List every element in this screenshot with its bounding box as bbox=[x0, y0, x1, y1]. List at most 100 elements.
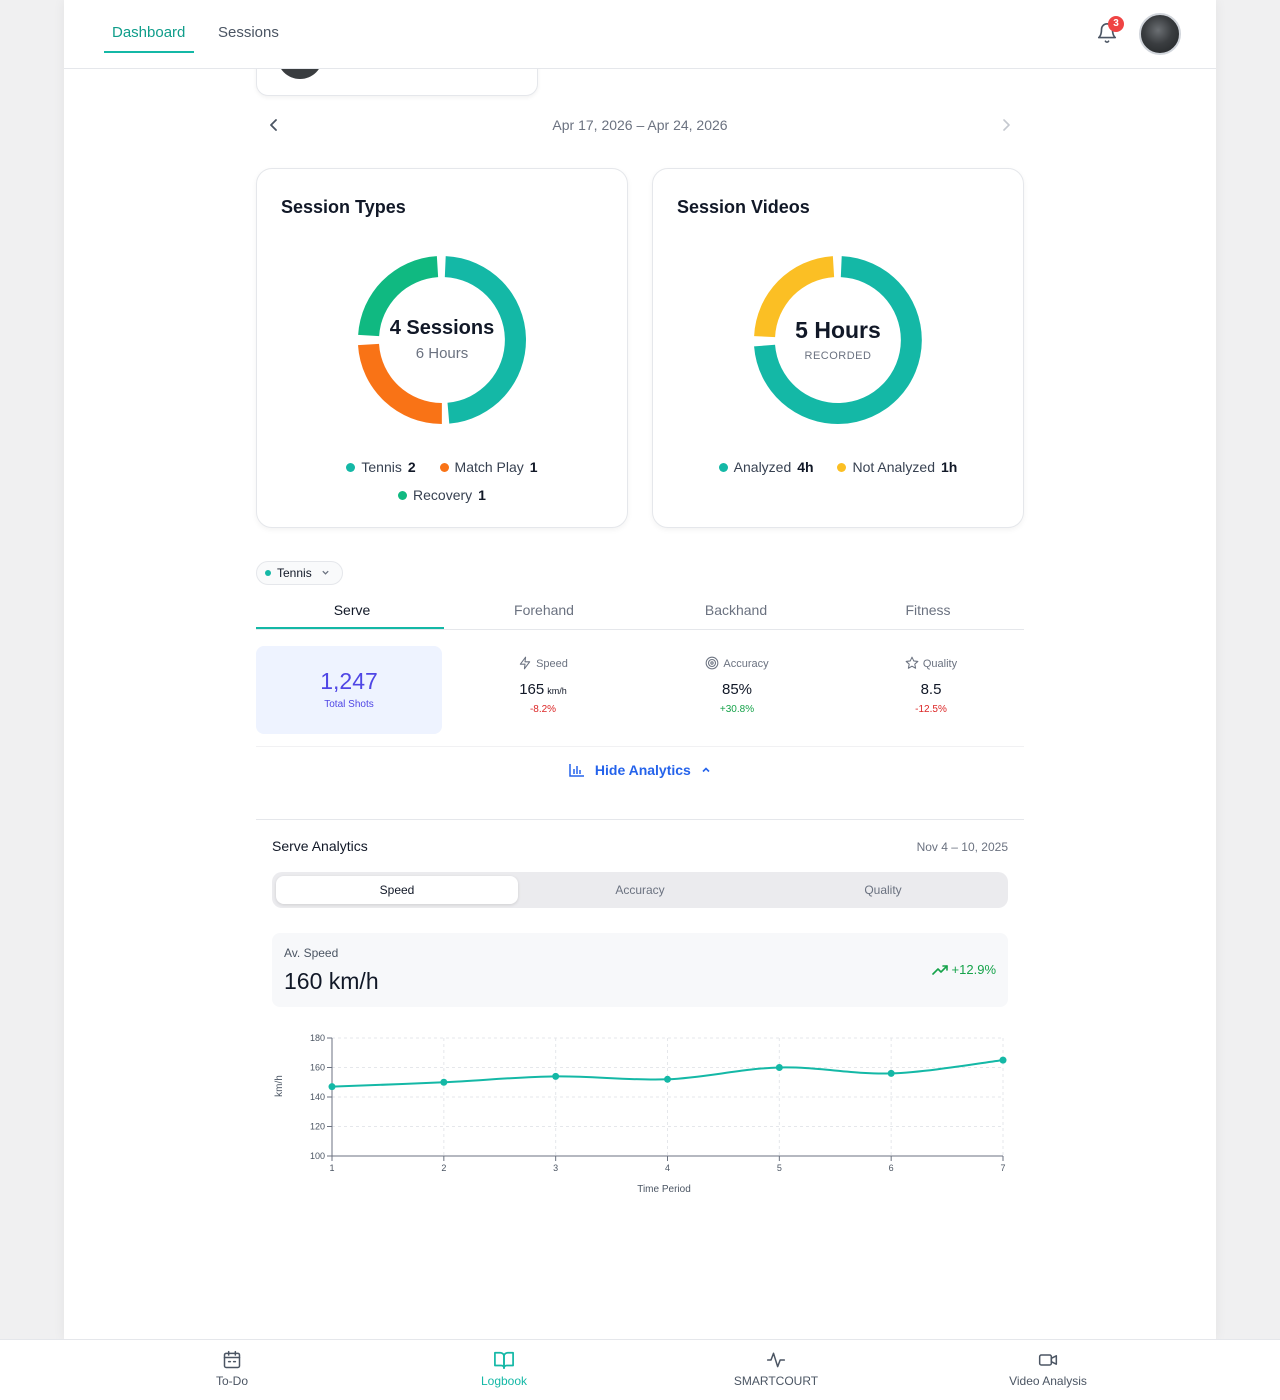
quality-stat: Quality 8.5 -12.5% bbox=[838, 656, 1024, 715]
y-tick-label: 120 bbox=[310, 1122, 325, 1132]
divider bbox=[256, 819, 1024, 820]
bottom-nav-todo[interactable]: To-Do bbox=[132, 1350, 332, 1388]
analytics-title: Serve Analytics bbox=[272, 838, 368, 854]
legend-label: Analyzed bbox=[733, 459, 792, 475]
session-types-donut bbox=[358, 256, 526, 424]
total-shots-value: 1,247 bbox=[320, 668, 378, 694]
session-types-legend: Tennis 2 Match Play 1 bbox=[257, 459, 627, 475]
legend-label: Match Play bbox=[454, 459, 524, 475]
tab-forehand[interactable]: Forehand bbox=[448, 602, 640, 618]
sport-filter-label: Tennis bbox=[277, 566, 312, 580]
bottom-navigation: To-Do Logbook SMARTCOURT Video Analysis bbox=[0, 1339, 1280, 1400]
segment-accuracy[interactable]: Accuracy bbox=[519, 876, 761, 904]
active-stroke-underline bbox=[256, 627, 444, 629]
tab-dashboard[interactable]: Dashboard bbox=[112, 24, 185, 41]
legend-item-tennis: Tennis 2 bbox=[346, 459, 416, 475]
accuracy-stat: Accuracy 85% +30.8% bbox=[644, 656, 830, 715]
data-point bbox=[999, 1056, 1007, 1064]
legend-dot bbox=[837, 463, 847, 472]
bottom-nav-logbook[interactable]: Logbook bbox=[404, 1350, 604, 1388]
data-point bbox=[328, 1083, 336, 1091]
bottom-nav-label: SMARTCOURT bbox=[733, 1374, 819, 1388]
book-icon bbox=[494, 1351, 514, 1370]
chevron-right-icon[interactable] bbox=[998, 116, 1014, 134]
legend-dot bbox=[398, 491, 408, 500]
y-tick-label: 140 bbox=[310, 1092, 325, 1102]
quality-delta: -12.5% bbox=[915, 704, 947, 715]
legend-item-recovery: Recovery 1 bbox=[398, 487, 486, 503]
lightning-icon bbox=[519, 656, 531, 670]
card-title: Session Videos bbox=[677, 197, 810, 217]
quality-value: 8.5 bbox=[920, 681, 942, 698]
sport-filter-dropdown[interactable]: Tennis bbox=[256, 561, 344, 585]
data-point bbox=[887, 1069, 895, 1077]
average-speed-delta: +12.9% bbox=[931, 962, 996, 977]
x-tick-label: 7 bbox=[1000, 1163, 1005, 1173]
speed-stat: Speed 165 km/h -8.2% bbox=[450, 656, 636, 715]
legend-dot bbox=[346, 463, 356, 472]
legend-item-analyzed: Analyzed 4h bbox=[718, 459, 814, 475]
sessions-hours: 6 Hours bbox=[415, 345, 469, 362]
segment-quality[interactable]: Quality bbox=[762, 876, 1004, 904]
tab-sessions[interactable]: Sessions bbox=[218, 24, 279, 41]
data-point bbox=[664, 1075, 671, 1083]
bottom-nav-label: Video Analysis bbox=[1009, 1374, 1087, 1388]
bottom-nav-video-analysis[interactable]: Video Analysis bbox=[948, 1350, 1148, 1388]
card-title: Session Types bbox=[281, 197, 406, 217]
x-tick-label: 2 bbox=[441, 1163, 446, 1173]
hide-analytics-label: Hide Analytics bbox=[594, 762, 691, 778]
legend-label: Tennis bbox=[361, 459, 402, 475]
x-axis-label: Time Period bbox=[637, 1184, 691, 1195]
speed-unit: km/h bbox=[547, 686, 567, 696]
active-tab-underline bbox=[104, 51, 194, 53]
legend-value: 1 bbox=[478, 487, 486, 503]
legend-item-match-play: Match Play 1 bbox=[439, 459, 538, 475]
legend-value: 1 bbox=[529, 459, 538, 475]
legend-label: Not Analyzed bbox=[852, 459, 935, 475]
session-videos-legend: Analyzed 4h Not Analyzed 1h bbox=[653, 459, 1023, 475]
bottom-nav-smartcourt[interactable]: SMARTCOURT bbox=[676, 1350, 876, 1388]
tab-serve[interactable]: Serve bbox=[256, 602, 448, 618]
average-speed-value: 160 km/h bbox=[284, 968, 379, 994]
x-tick-label: 6 bbox=[889, 1163, 894, 1173]
session-videos-card: Session Videos 5 Hours RECORDED Analyzed… bbox=[652, 168, 1024, 528]
tab-fitness[interactable]: Fitness bbox=[832, 602, 1024, 618]
bottom-nav-label: Logbook bbox=[480, 1374, 528, 1388]
recorded-hours: 5 Hours bbox=[795, 317, 881, 343]
notification-badge: 3 bbox=[1108, 16, 1124, 32]
x-tick-label: 4 bbox=[665, 1163, 670, 1173]
session-types-legend-row-2: Recovery 1 bbox=[257, 487, 627, 503]
target-icon bbox=[706, 656, 719, 670]
recorded-label: RECORDED bbox=[804, 350, 872, 362]
tab-backhand[interactable]: Backhand bbox=[640, 602, 832, 618]
y-tick-label: 160 bbox=[310, 1063, 325, 1073]
legend-value: 1h bbox=[940, 459, 958, 475]
legend-label: Recovery bbox=[413, 487, 473, 503]
y-axis-label: km/h bbox=[274, 1075, 285, 1097]
legend-dot bbox=[718, 463, 728, 472]
y-tick-label: 100 bbox=[310, 1151, 325, 1161]
delta-value: +12.9% bbox=[951, 962, 996, 977]
x-tick-label: 5 bbox=[777, 1163, 782, 1173]
speed-value: 165 bbox=[519, 681, 545, 698]
sport-dot bbox=[265, 570, 271, 576]
legend-value: 2 bbox=[407, 459, 416, 475]
video-icon bbox=[1038, 1354, 1058, 1366]
speed-delta: -8.2% bbox=[529, 704, 557, 715]
session-types-card: Session Types 4 Sessions 6 Hours Tennis 2… bbox=[256, 168, 628, 528]
x-tick-label: 1 bbox=[329, 1163, 334, 1173]
hide-analytics-button[interactable]: Hide Analytics bbox=[569, 762, 711, 778]
data-point bbox=[440, 1078, 448, 1086]
segment-speed[interactable]: Speed bbox=[276, 876, 518, 904]
accuracy-label: Accuracy bbox=[723, 658, 769, 670]
bottom-nav-label: To-Do bbox=[215, 1374, 248, 1388]
user-avatar[interactable] bbox=[1139, 13, 1181, 55]
bar-chart-icon bbox=[569, 764, 584, 777]
chevron-down-icon bbox=[322, 570, 329, 575]
date-range-label: Apr 17, 2026 – Apr 24, 2026 bbox=[552, 117, 728, 133]
accuracy-delta: +30.8% bbox=[719, 704, 755, 715]
data-point bbox=[775, 1064, 783, 1071]
sessions-count: 4 Sessions bbox=[389, 317, 495, 339]
average-speed-card: Av. Speed 160 km/h +12.9% bbox=[272, 933, 1008, 1007]
legend-dot bbox=[439, 463, 449, 472]
